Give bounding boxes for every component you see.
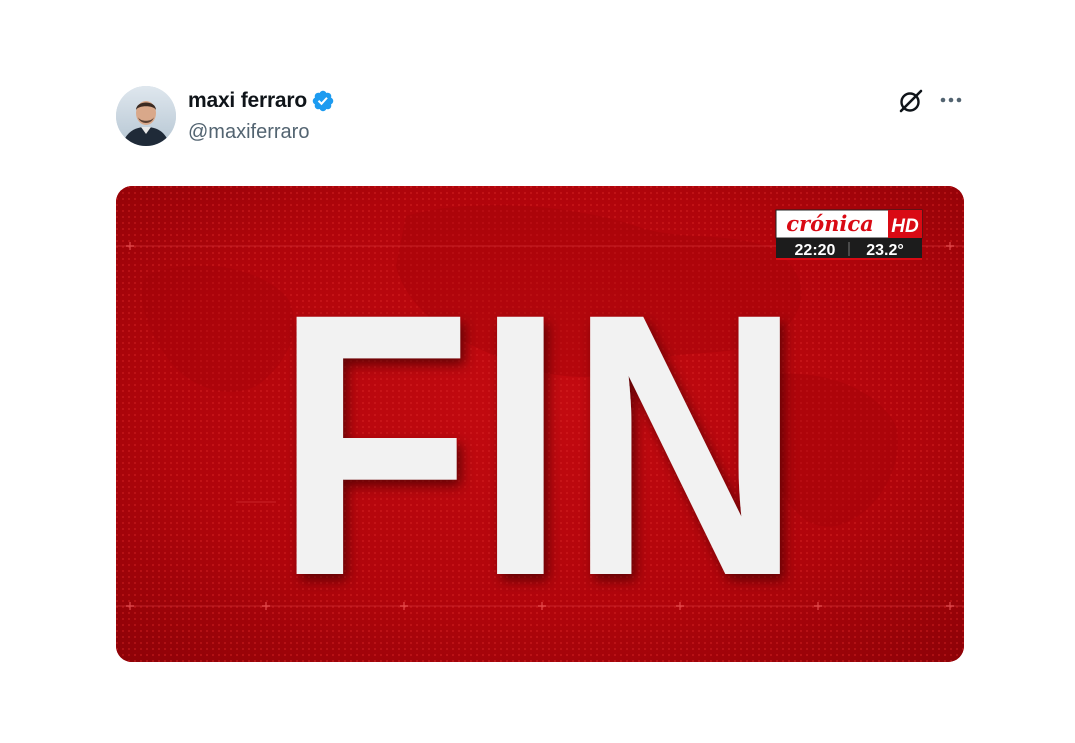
avatar[interactable] (116, 86, 176, 146)
tweet: maxi ferraro @maxiferraro crónica HD 22:… (0, 0, 1075, 743)
more-horizontal-icon[interactable] (937, 87, 965, 113)
broadcast-temperature: 23.2° (866, 242, 904, 259)
channel-hd-text: HD (891, 216, 919, 237)
grok-icon[interactable] (897, 87, 925, 115)
avatar-image (116, 86, 176, 146)
verified-badge-icon[interactable] (311, 89, 335, 113)
display-name[interactable]: maxi ferraro (188, 89, 307, 113)
user-handle[interactable]: @maxiferraro (188, 121, 309, 144)
name-row: maxi ferraro (188, 88, 335, 114)
channel-logo-text: crónica (786, 211, 874, 236)
headline-text: FIN (275, 236, 805, 654)
tweet-media-image[interactable]: crónica HD 22:20 23.2° FIN (116, 186, 964, 662)
fin-graphic: crónica HD 22:20 23.2° FIN (116, 186, 964, 662)
